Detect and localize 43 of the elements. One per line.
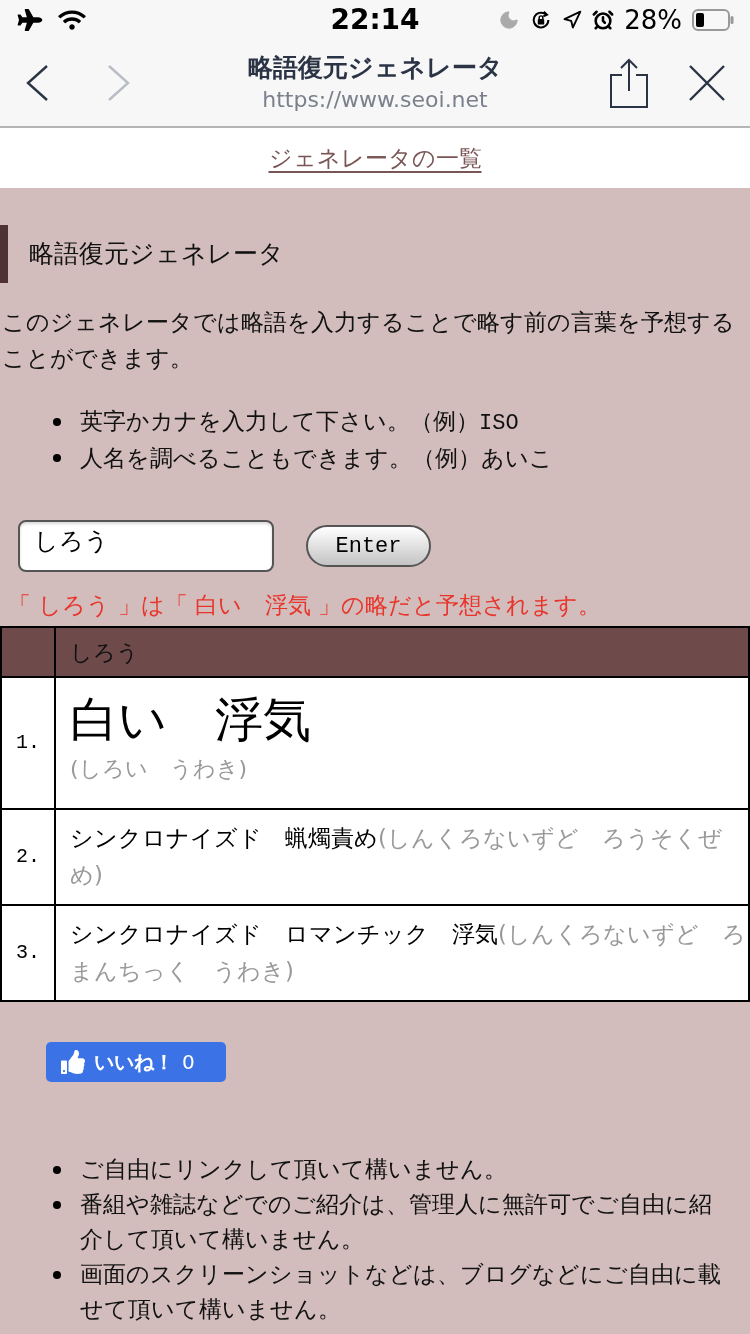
wifi-icon xyxy=(58,9,86,31)
back-button[interactable] xyxy=(24,63,50,103)
result-message: 「 しろう 」は「 白い 浮気 」の略だと予想されます。 xyxy=(7,591,603,620)
battery-percent: 28% xyxy=(624,7,682,33)
row-number: 2. xyxy=(16,844,40,870)
result-text: シンクロナイズド 蝋燭責め(しんくろないずど ろうそくぜめ) xyxy=(70,824,723,890)
note-text: ご自由にリンクして頂いて構いません。 xyxy=(80,1155,507,1184)
share-button[interactable] xyxy=(608,57,650,109)
like-button[interactable]: いいね！ 0 xyxy=(46,1042,226,1082)
close-icon xyxy=(689,65,725,101)
enter-button[interactable]: Enter xyxy=(306,525,431,567)
row-number: 3. xyxy=(16,940,40,966)
share-icon xyxy=(609,58,649,108)
chevron-left-icon xyxy=(25,64,49,102)
page-title: 略語復元ジェネレータ xyxy=(247,52,503,84)
alarm-clock-icon xyxy=(592,9,615,31)
result-reading: (しろい うわき) xyxy=(70,755,249,783)
bullet-icon xyxy=(53,1270,61,1279)
table-header-cell: しろう xyxy=(56,628,748,676)
bullet-icon xyxy=(53,418,61,426)
generator-list-link[interactable]: ジェネレータの一覧 xyxy=(268,140,482,176)
battery-icon xyxy=(692,9,734,31)
moon-icon xyxy=(498,9,521,31)
note-text: 番組や雑誌などでのご紹介は、管理人に無許可でご自由に紹介して頂いて構いません。 xyxy=(80,1190,713,1254)
intro-text: このジェネレータでは略語を入力することで略す前の言葉を予想することができます。 xyxy=(1,308,736,373)
row-number: 1. xyxy=(16,730,40,756)
bullet-icon xyxy=(53,1200,61,1209)
hint-text: 人名を調べることもできます。（例）あいこ xyxy=(80,443,553,473)
bullet-icon xyxy=(53,1165,61,1174)
hint-text: 英字かカナを入力して下さい。（例）ISO xyxy=(80,407,519,438)
status-time: 22:14 xyxy=(330,6,420,34)
thumbs-up-icon xyxy=(60,1050,86,1074)
location-arrow-icon xyxy=(562,10,583,30)
section-heading: 略語復元ジェネレータ xyxy=(0,225,750,283)
close-button[interactable] xyxy=(688,64,726,102)
bullet-icon xyxy=(53,454,61,462)
airplane-mode-icon xyxy=(16,9,44,31)
result-text: シンクロナイズド ロマンチック 浮気(しんくろないずど ろまんちっく うわき) xyxy=(70,920,746,986)
chevron-right-icon xyxy=(107,64,131,102)
note-text: 画面のスクリーンショットなどは、ブログなどにご自由に載せて頂いて構いません。 xyxy=(80,1260,722,1324)
result-phrase: 白い 浮気 xyxy=(70,690,312,749)
page-url: https://www.seoi.net xyxy=(262,86,488,114)
abbreviation-input[interactable]: しろう xyxy=(18,520,274,572)
